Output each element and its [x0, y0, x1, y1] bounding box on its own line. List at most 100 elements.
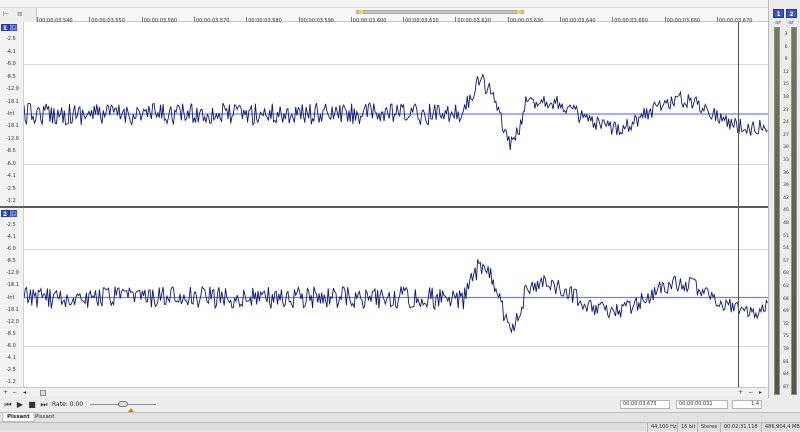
status-bar: 44,100 Hz 16 bit Stereo 00:02:31.118 486…	[0, 422, 800, 432]
zoom-ratio-field[interactable]: 1:4	[732, 400, 762, 409]
amplitude-label: -6.0	[6, 61, 16, 68]
amplitude-label: -12.0	[6, 318, 19, 325]
meter-db-label: 33	[783, 158, 789, 163]
go-to-start-icon[interactable]: ⏮	[3, 400, 13, 410]
peak-readout-left: -Inf	[774, 20, 781, 25]
overview-right-handle[interactable]	[517, 10, 521, 14]
amplitude-label: -18.1	[6, 98, 19, 105]
amplitude-label: -12.0	[6, 135, 19, 142]
zoom-out-icon[interactable]: −	[10, 389, 19, 397]
meter-db-label: 39	[783, 183, 789, 189]
meter-db-label: 66	[783, 296, 789, 302]
amplitude-label: -8.5	[6, 148, 16, 155]
audio-editor-window: ⊢ ≡ 00:00:03.540 00:00:03.550 00:00:03.560…	[0, 0, 800, 432]
meter-db-label: 12	[783, 69, 789, 75]
meter-db-label: 51	[783, 233, 789, 239]
meter-bar-right	[791, 27, 797, 395]
amplitude-label: -12.0	[6, 270, 19, 277]
waveform-channel-1[interactable]: 1 -1.2 -2.5 -4.1 -6.0 -8.5 -12.0 -18.1 -Inf -18.…	[0, 22, 768, 206]
peak-readout-right: -Inf	[787, 20, 794, 25]
document-tabs: Pissant Pissant	[0, 412, 800, 422]
meter-db-label: 57	[783, 258, 789, 264]
tab-pissant-2[interactable]: Pissant	[31, 413, 58, 422]
selection-length-field[interactable]: 00:00:00.031	[676, 400, 728, 409]
meter-db-label: 72	[783, 321, 789, 327]
amplitude-label: -8.5	[6, 258, 16, 265]
amplitude-label: -8.5	[6, 330, 16, 337]
amplitude-label: -18.1	[6, 282, 19, 289]
overview-left-handle[interactable]	[359, 10, 363, 14]
cursor-position-field[interactable]: 00:00:03.673	[620, 400, 670, 409]
waveform-channel-2[interactable]: 2 -1.2 -2.5 -4.1 -6.0 -8.5 -12.0 -18.1 -Inf -18.…	[0, 208, 768, 387]
meter-db-label: 84	[783, 372, 789, 378]
amplitude-label: -6.0	[6, 342, 16, 349]
amplitude-label: -Inf	[6, 111, 15, 117]
tab-pissant-1[interactable]: Pissant	[2, 413, 35, 422]
waveform-trace	[24, 73, 768, 150]
amplitude-label: -12.0	[6, 86, 19, 93]
amplitude-label: -4.1	[6, 48, 16, 55]
play-icon[interactable]: ▶	[15, 400, 25, 410]
meter-db-label: 15	[783, 82, 789, 88]
rate-label: Rate: 0.00	[52, 401, 84, 408]
meter-channel-1-button[interactable]: 1	[773, 9, 784, 18]
amplitude-label: -2.5	[6, 366, 16, 373]
amplitude-label: -1.2	[6, 210, 16, 216]
scroll-right-icon[interactable]: ▸	[756, 389, 765, 397]
snap-icon[interactable]: ⊢	[3, 10, 9, 18]
meter-db-label: 3	[784, 32, 788, 37]
amplitude-label: -1.2	[6, 198, 16, 204]
zoom-in-right-icon[interactable]: +	[736, 389, 745, 397]
meter-db-label: 30	[783, 145, 789, 151]
meter-channel-buttons: 1 2	[773, 9, 797, 18]
meter-db-label: 78	[783, 347, 789, 352]
meter-db-label: 24	[783, 120, 789, 126]
waveform-graphic[interactable]	[24, 208, 768, 387]
meter-db-label: 27	[783, 132, 789, 138]
rate-slider-knob[interactable]	[118, 401, 128, 407]
amplitude-label: -4.1	[6, 234, 16, 241]
meter-db-label: 60	[783, 271, 789, 277]
meter-db-label: 81	[783, 359, 789, 365]
top-toolbar-strip	[0, 0, 800, 8]
amplitude-label: -2.5	[6, 185, 16, 192]
amplitude-label: -Inf	[6, 294, 15, 301]
zoom-in-icon[interactable]: +	[1, 389, 10, 397]
meter-db-label: 21	[783, 107, 789, 113]
meter-db-label: 45	[783, 208, 789, 214]
meter-db-label: 18	[783, 95, 789, 100]
meter-db-label: 87	[783, 384, 789, 390]
meter-db-label: 36	[783, 170, 789, 176]
amplitude-label: -6.0	[6, 246, 16, 253]
scroll-left-icon[interactable]: ◂	[20, 389, 29, 397]
amplitude-label: -4.1	[6, 354, 16, 361]
waveform-trace	[24, 259, 768, 334]
meter-db-label: 48	[783, 221, 789, 226]
scroll-thumb[interactable]	[40, 390, 46, 396]
meter-db-label: 6	[784, 44, 788, 50]
amplitude-label: -18.1	[6, 306, 19, 313]
zoom-icon[interactable]: ≡	[17, 10, 23, 18]
go-to-end-icon[interactable]: ⏭	[39, 400, 49, 410]
meter-db-label: 63	[783, 284, 789, 289]
amplitude-label: -6.0	[6, 160, 16, 167]
meter-channel-2-button[interactable]: 2	[786, 9, 797, 18]
time-ruler[interactable]: ⊢ ≡ 00:00:03.540 00:00:03.550 00:00:03.560…	[0, 8, 768, 24]
playback-cursor[interactable]	[738, 22, 739, 387]
meter-db-label: 9	[784, 57, 788, 63]
overview-scrollbar[interactable]	[356, 10, 524, 14]
zoom-out-right-icon[interactable]: −	[746, 389, 755, 397]
waveform-graphic[interactable]	[24, 22, 768, 206]
amplitude-label: -4.1	[6, 173, 16, 180]
ruler-corner: ⊢ ≡	[0, 8, 37, 22]
horizontal-scrollbar[interactable]: + − ◂ + − ▸	[0, 387, 768, 397]
stop-icon[interactable]: ■	[27, 400, 37, 410]
meter-db-label: 69	[783, 309, 789, 315]
meter-db-label: 54	[783, 246, 789, 252]
amplitude-label: -2.5	[6, 222, 16, 229]
meter-db-label: 75	[783, 334, 789, 340]
meter-bar-left	[774, 27, 780, 395]
transport-bar: ⏮ ▶ ■ ⏭ Rate: 0.00 00:00:03.673 00:00:00…	[0, 398, 800, 412]
amplitude-label: -18.1	[6, 123, 19, 130]
level-meter: 1 2 -Inf -Inf 3 6 9 12 15 18 21 24 27 30 33 36 39 42 4…	[768, 0, 800, 398]
